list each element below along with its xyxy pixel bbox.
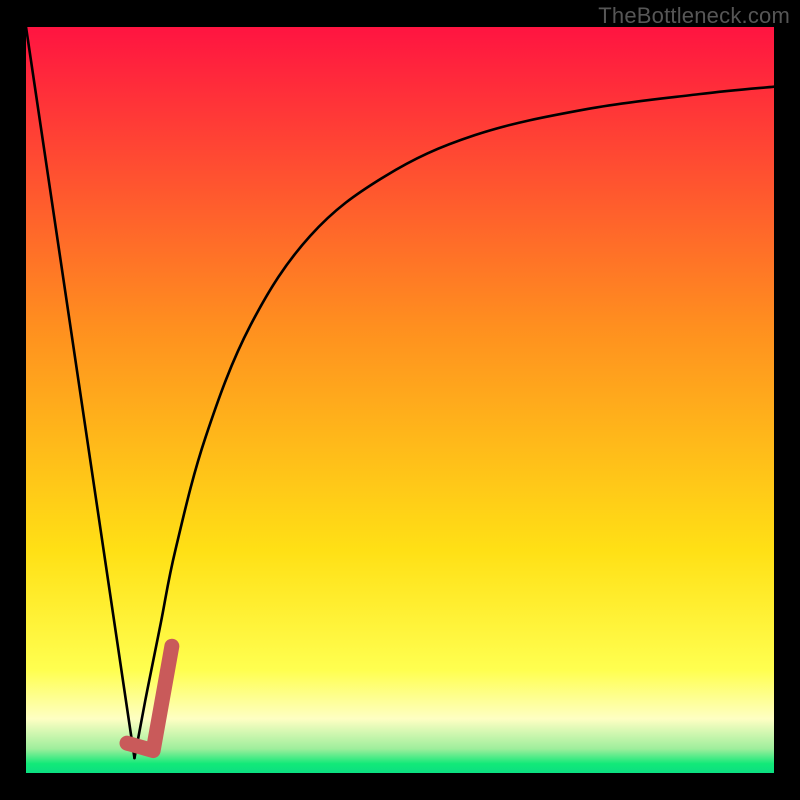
bottleneck-curve: [26, 27, 774, 773]
plot-area: [26, 27, 774, 773]
chart-frame: TheBottleneck.com: [0, 0, 800, 800]
curve-left-branch: [26, 27, 134, 758]
accent-segment: [127, 646, 172, 750]
curve-right-branch: [134, 87, 774, 758]
watermark-text: TheBottleneck.com: [598, 3, 790, 29]
